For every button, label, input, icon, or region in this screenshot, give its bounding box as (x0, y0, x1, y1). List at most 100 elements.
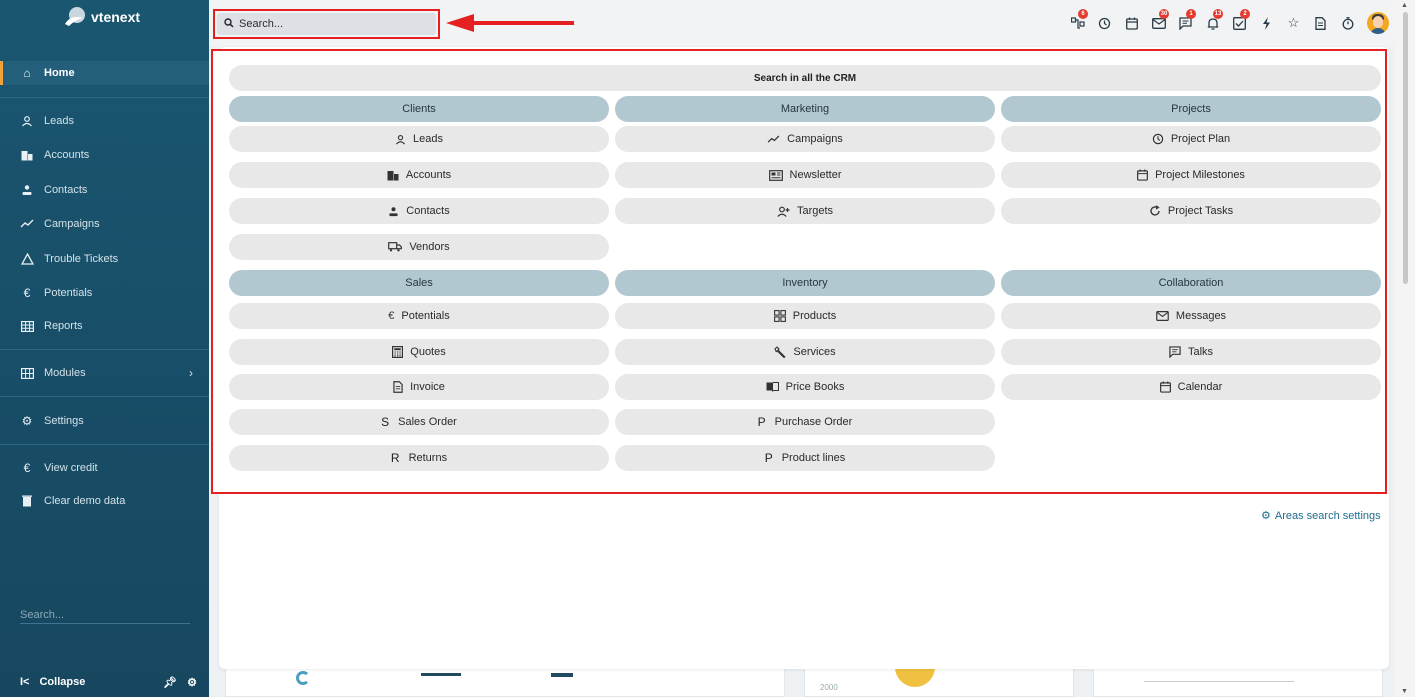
area-button-sales-order[interactable]: S Sales Order (229, 409, 609, 435)
area-button-label: Project Milestones (1155, 169, 1245, 181)
area-button-leads[interactable]: Leads (229, 126, 609, 152)
user-icon (395, 134, 406, 145)
page-scrollbar[interactable]: ▲ ▼ (1395, 0, 1415, 697)
sidebar-item-contacts[interactable]: Contacts (0, 178, 209, 202)
calendar-icon[interactable] (1118, 11, 1145, 35)
avatar-face (1373, 16, 1383, 28)
trash-icon (20, 495, 34, 507)
sidebar-item-settings[interactable]: ⚙ Settings (0, 409, 209, 433)
scroll-down-icon[interactable]: ▼ (1401, 688, 1408, 695)
scrollbar-thumb[interactable] (1403, 12, 1408, 284)
area-button-newsletter[interactable]: Newsletter (615, 162, 995, 188)
sidebar-item-accounts[interactable]: Accounts (0, 143, 209, 167)
area-button-contacts[interactable]: Contacts (229, 198, 609, 224)
area-button-targets[interactable]: Targets (615, 198, 995, 224)
sitemap-icon[interactable]: 6 (1064, 9, 1091, 35)
collapse-button[interactable]: Collapse (39, 676, 85, 688)
area-header-clients[interactable]: Clients (229, 96, 609, 122)
areas-search-settings-link[interactable]: ⚙ Areas search settings (1261, 509, 1381, 523)
pin-icon[interactable]: 📌︎ (163, 676, 177, 689)
chat-icon[interactable]: 1 (1172, 9, 1199, 35)
area-header-inventory[interactable]: Inventory (615, 270, 995, 296)
area-button-talks[interactable]: Talks (1001, 339, 1381, 365)
sidebar-item-modules[interactable]: Modules › (0, 361, 209, 385)
bolt-icon[interactable] (1253, 11, 1280, 35)
area-button-quotes[interactable]: Quotes (229, 339, 609, 365)
sidebar-search-input[interactable] (20, 606, 190, 624)
timer-icon[interactable] (1334, 11, 1361, 35)
area-button-label: Invoice (410, 381, 445, 393)
areas-search-settings-label: Areas search settings (1274, 509, 1381, 522)
notification-badge: 6 (1078, 9, 1088, 19)
area-button-campaigns[interactable]: Campaigns (615, 126, 995, 152)
sidebar-item-label: Accounts (44, 149, 90, 161)
area-button-invoice[interactable]: Invoice (229, 374, 609, 400)
euro-icon: € (23, 286, 31, 300)
notification-badge: 30 (1159, 9, 1169, 19)
chart-tick-label: 2000 (820, 683, 838, 692)
area-button-price-books[interactable]: Price Books (615, 374, 995, 400)
avatar[interactable] (1367, 12, 1389, 34)
grid-icon (20, 367, 34, 379)
sidebar-item-reports[interactable]: Reports (0, 314, 209, 338)
chevron-right-icon: › (189, 366, 193, 380)
sidebar-item-label: Contacts (44, 184, 88, 196)
area-header-marketing[interactable]: Marketing (615, 96, 995, 122)
area-button-services[interactable]: Services (615, 339, 995, 365)
sidebar-item-label: Leads (44, 115, 74, 127)
scroll-up-icon[interactable]: ▲ (1401, 2, 1408, 9)
collapse-icon[interactable]: I< (20, 676, 29, 688)
sidebar-item-campaigns[interactable]: Campaigns (0, 212, 209, 236)
area-button-label: Campaigns (787, 133, 843, 145)
area-header-sales[interactable]: Sales (229, 270, 609, 296)
sidebar-item-clear-demo-data[interactable]: Clear demo data (0, 489, 209, 513)
area-button-project-tasks[interactable]: Project Tasks (1001, 198, 1381, 224)
area-button-messages[interactable]: Messages (1001, 303, 1381, 329)
calendar-icon (1137, 169, 1149, 181)
checkbox-icon[interactable]: 2 (1226, 9, 1253, 35)
trend-icon (767, 134, 780, 144)
chat-icon (1169, 346, 1181, 358)
area-button-accounts[interactable]: Accounts (229, 162, 609, 188)
global-search-input[interactable] (239, 18, 419, 30)
area-button-label: Targets (796, 205, 834, 217)
building-icon (20, 150, 34, 161)
boxes-icon (773, 310, 786, 322)
history-icon[interactable] (1091, 11, 1118, 35)
sidebar-item-home[interactable]: ⌂ Home (0, 61, 209, 85)
sidebar-item-label: Campaigns (44, 218, 100, 230)
person-icon (20, 184, 34, 196)
search-all-crm-button[interactable]: Search in all the CRM (229, 65, 1381, 91)
sidebar-item-leads[interactable]: Leads (0, 109, 209, 133)
brand-logo[interactable]: vtenext (63, 6, 140, 28)
area-button-purchase-order[interactable]: P Purchase Order (615, 409, 995, 435)
person-icon (388, 206, 399, 217)
sidebar-item-potentials[interactable]: € Potentials (0, 281, 209, 305)
area-button-products[interactable]: Products (615, 303, 995, 329)
document-icon[interactable] (1307, 11, 1334, 35)
area-header-collaboration[interactable]: Collaboration (1001, 270, 1381, 296)
mail-icon (1156, 311, 1169, 321)
global-search-highlight (213, 9, 440, 39)
gear-icon[interactable]: ⚙ (187, 676, 197, 689)
area-button-project-milestones[interactable]: Project Milestones (1001, 162, 1381, 188)
area-button-label: Sales Order (398, 416, 457, 428)
area-button-product-lines[interactable]: P Product lines (615, 445, 995, 471)
sidebar-item-view-credit[interactable]: € View credit (0, 456, 209, 480)
area-button-potentials[interactable]: € Potentials (229, 303, 609, 329)
area-header-projects[interactable]: Projects (1001, 96, 1381, 122)
area-button-vendors[interactable]: Vendors (229, 234, 609, 260)
sidebar-item-label: Modules (44, 367, 86, 379)
global-search[interactable] (217, 13, 436, 35)
brand-name: vtenext (91, 9, 141, 25)
sidebar-item-trouble-tickets[interactable]: Trouble Tickets (0, 247, 209, 271)
mail-icon[interactable]: 30 (1145, 9, 1172, 35)
bell-icon[interactable]: 13 (1199, 9, 1226, 35)
area-button-label: Services (793, 346, 836, 358)
star-icon[interactable]: ☆ (1280, 11, 1307, 35)
area-button-calendar[interactable]: Calendar (1001, 374, 1381, 400)
user-plus-icon (777, 206, 790, 217)
area-button-project-plan[interactable]: Project Plan (1001, 126, 1381, 152)
area-button-label: Accounts (405, 169, 452, 181)
area-button-returns[interactable]: R Returns (229, 445, 609, 471)
